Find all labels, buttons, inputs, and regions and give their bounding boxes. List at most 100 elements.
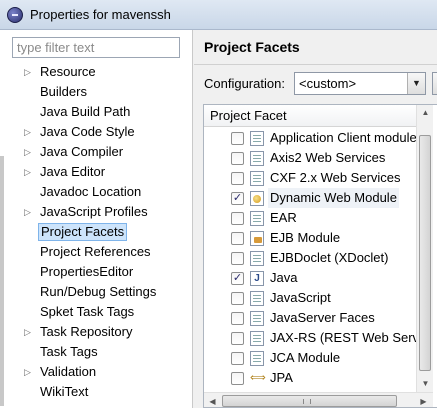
tree-item-java-editor[interactable]: ▷ Java Editor	[0, 162, 193, 182]
facet-label: JPA	[270, 370, 293, 385]
jpa-icon: ⟺	[250, 372, 266, 384]
facet-row[interactable]: CXF 2.x Web Services	[204, 168, 416, 188]
expand-arrow-icon[interactable]: ▷	[24, 162, 34, 182]
doc-icon	[250, 291, 264, 306]
facet-label: Dynamic Web Module	[268, 188, 399, 208]
tree-item-builders[interactable]: Builders	[0, 82, 193, 102]
doc-icon	[250, 351, 264, 366]
facet-row[interactable]: JavaServer Faces	[204, 308, 416, 328]
facet-row[interactable]: EAR	[204, 208, 416, 228]
expand-arrow-icon[interactable]: ▷	[24, 122, 34, 142]
filter-input[interactable]	[12, 37, 180, 58]
tree-item-validation[interactable]: ▷ Validation	[0, 362, 193, 382]
tree-item-resource[interactable]: ▷ Resource	[0, 62, 193, 82]
expand-arrow-icon[interactable]: ▷	[24, 142, 34, 162]
tree-item-project-references[interactable]: Project References	[0, 242, 193, 262]
expand-arrow-icon[interactable]: ▷	[24, 62, 34, 82]
facet-label: Java	[270, 270, 298, 285]
facet-checkbox[interactable]	[231, 232, 244, 245]
facet-checkbox[interactable]	[231, 332, 244, 345]
facet-label: Application Client module	[270, 130, 417, 145]
tree-item-label: WikiText	[40, 384, 89, 399]
facet-label: EJB Module	[270, 230, 341, 245]
scroll-left-icon[interactable]: ◀	[205, 394, 220, 407]
tree-item-wikitext[interactable]: WikiText	[0, 382, 193, 402]
scroll-thumb[interactable]	[419, 135, 431, 371]
facets-column-header[interactable]: Project Facet	[204, 105, 416, 127]
save-config-button[interactable]	[432, 72, 437, 95]
divider	[194, 64, 437, 65]
hscroll-thumb[interactable]	[222, 395, 397, 407]
chevron-down-icon[interactable]: ▼	[407, 73, 425, 94]
vertical-scrollbar[interactable]: ▲ ▼	[416, 105, 433, 392]
configuration-label: Configuration:	[204, 76, 285, 91]
facet-checkbox[interactable]	[231, 292, 244, 305]
tree-item-run-debug-settings[interactable]: Run/Debug Settings	[0, 282, 193, 302]
facet-row[interactable]: Application Client module	[204, 128, 417, 148]
expand-arrow-icon[interactable]: ▷	[24, 322, 34, 342]
facet-checkbox[interactable]	[231, 152, 244, 165]
facet-checkbox[interactable]	[231, 352, 244, 365]
doc-icon	[250, 311, 264, 326]
tree-item-label: Builders	[40, 84, 87, 99]
facet-checkbox[interactable]	[231, 172, 244, 185]
facet-row[interactable]: JavaScript	[204, 288, 416, 308]
facet-checkbox[interactable]	[231, 312, 244, 325]
tree-item-label: Java Editor	[40, 164, 106, 179]
horizontal-scrollbar[interactable]: ◀ ▶	[204, 392, 433, 407]
facet-label: EJBDoclet (XDoclet)	[270, 250, 389, 265]
facet-checkbox[interactable]	[231, 372, 244, 385]
tree-item-task-repository[interactable]: ▷ Task Repository	[0, 322, 193, 342]
tree-item-label: Resource	[40, 64, 96, 79]
tree-item-javascript-profiles[interactable]: ▷ JavaScript Profiles	[0, 202, 193, 222]
left-scrollbar[interactable]	[0, 156, 4, 406]
tree-item-java-code-style[interactable]: ▷ Java Code Style	[0, 122, 193, 142]
tree-item-propertieseditor[interactable]: PropertiesEditor	[0, 262, 193, 282]
tree-item-java-compiler[interactable]: ▷ Java Compiler	[0, 142, 193, 162]
facet-row[interactable]: ⟺ JPA	[204, 368, 416, 388]
web-module-icon	[250, 191, 264, 206]
facet-label: JCA Module	[270, 350, 341, 365]
scroll-up-icon[interactable]: ▲	[418, 105, 433, 120]
expand-arrow-icon[interactable]: ▷	[24, 202, 34, 222]
facet-checkbox[interactable]: ✓	[231, 272, 244, 285]
facet-label: Axis2 Web Services	[270, 150, 386, 165]
facet-checkbox[interactable]	[231, 132, 244, 145]
tree-item-project-facets[interactable]: Project Facets	[0, 222, 193, 242]
facet-label: CXF 2.x Web Services	[270, 170, 401, 185]
doc-icon	[250, 331, 264, 346]
facet-row[interactable]: ✓ J Java	[204, 268, 416, 288]
facet-checkbox[interactable]: ✓	[231, 192, 244, 205]
facet-row[interactable]: Axis2 Web Services	[204, 148, 416, 168]
configuration-select[interactable]: <custom> ▼	[294, 72, 426, 95]
facet-rows: Application Client module Axis2 Web Servi…	[204, 128, 428, 388]
tree-item-label: PropertiesEditor	[40, 264, 134, 279]
tree-item-task-tags[interactable]: Task Tags	[0, 342, 193, 362]
tree-item-java-build-path[interactable]: Java Build Path	[0, 102, 193, 122]
doc-icon	[250, 211, 264, 226]
facet-checkbox[interactable]	[231, 252, 244, 265]
tree-item-javadoc-location[interactable]: Javadoc Location	[0, 182, 193, 202]
facet-row[interactable]: EJBDoclet (XDoclet)	[204, 248, 416, 268]
tree-item-label: Spket Task Tags	[40, 304, 135, 319]
scroll-right-icon[interactable]: ▶	[416, 394, 431, 407]
content-pane: Project Facets Configuration: <custom> ▼…	[194, 30, 437, 408]
tree-item-spket-task-tags[interactable]: Spket Task Tags	[0, 302, 193, 322]
facet-label: JAX-RS (REST Web Servic	[270, 330, 429, 345]
tree-item-label: Javadoc Location	[40, 184, 142, 199]
facet-label: EAR	[270, 210, 297, 225]
tree-item-label: Validation	[40, 364, 97, 379]
facet-row[interactable]: EJB Module	[204, 228, 416, 248]
doc-icon	[250, 251, 264, 266]
tree-item-label: Project Facets	[38, 223, 128, 241]
facet-label: JavaScript	[270, 290, 331, 305]
expand-arrow-icon[interactable]: ▷	[24, 362, 34, 382]
facet-row[interactable]: JCA Module	[204, 348, 416, 368]
configuration-value: <custom>	[299, 76, 357, 91]
facet-row[interactable]: JAX-RS (REST Web Servic	[204, 328, 428, 348]
title-bar: Properties for mavenssh	[0, 0, 437, 30]
doc-icon	[250, 171, 264, 186]
facet-row[interactable]: ✓ Dynamic Web Module	[204, 188, 416, 208]
facet-checkbox[interactable]	[231, 212, 244, 225]
scroll-down-icon[interactable]: ▼	[418, 376, 433, 391]
